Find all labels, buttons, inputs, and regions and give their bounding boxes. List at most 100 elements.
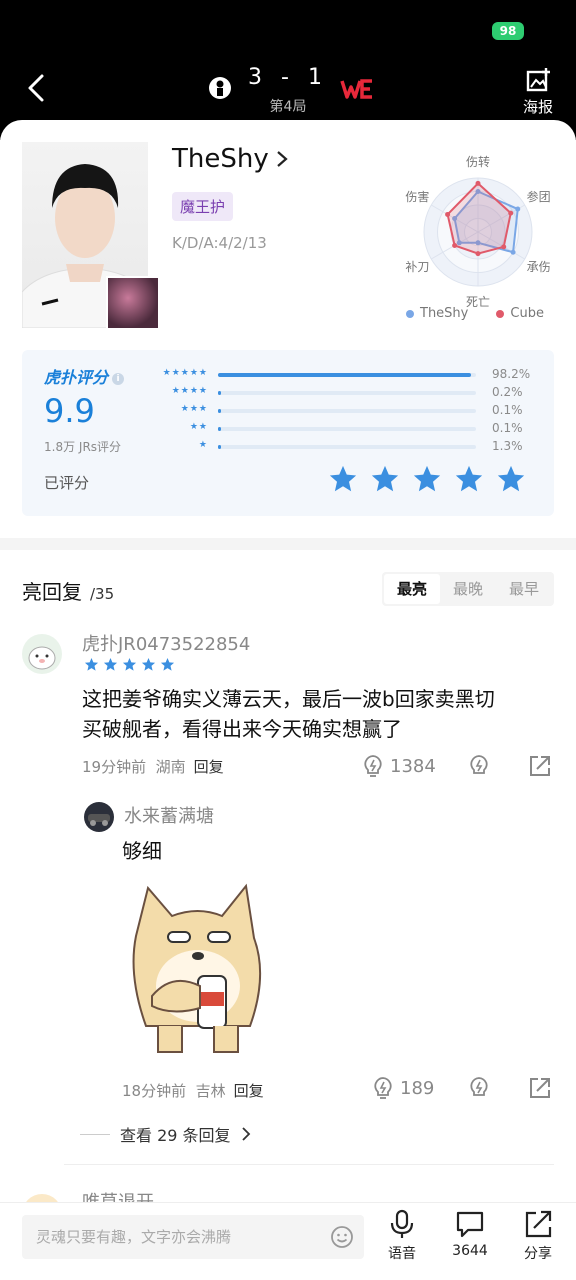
tab-latest[interactable]: 最晚 xyxy=(440,574,496,604)
star-icon xyxy=(84,657,99,671)
chevron-right-icon xyxy=(241,1127,250,1141)
hupu-rating-logo: 虎扑评分 i xyxy=(44,364,125,388)
reply-text: 够细 xyxy=(122,839,162,863)
champion-icon xyxy=(106,276,160,330)
voice-button[interactable]: 语音 xyxy=(374,1209,430,1263)
lightbulb-off-icon xyxy=(470,1077,488,1096)
tab-earliest[interactable]: 最早 xyxy=(496,574,552,604)
bar-track xyxy=(218,409,476,413)
rating-score: 9.9 xyxy=(44,392,95,430)
comment-text-line-2: 买破舰者，看得出来今天确实想赢了 xyxy=(82,717,402,741)
radar-legend: TheShy Cube xyxy=(406,306,544,321)
radar-point xyxy=(508,210,514,216)
avatar[interactable] xyxy=(84,802,114,832)
lightbulb-icon xyxy=(364,755,382,777)
comments-button[interactable]: 3644 xyxy=(442,1209,498,1259)
radar-axis-label: 承伤 xyxy=(527,260,551,274)
radar-axis-label: 补刀 xyxy=(405,260,429,274)
star-icon xyxy=(122,657,137,671)
bar-percent: 1.3% xyxy=(492,439,523,453)
reply-button[interactable]: 回复 xyxy=(194,758,224,776)
share-comment-button[interactable] xyxy=(528,1076,552,1100)
player-name-link[interactable]: TheShy xyxy=(172,144,289,174)
radar-point xyxy=(452,243,458,248)
star-icon xyxy=(455,465,483,492)
dislike-button[interactable] xyxy=(468,1076,490,1100)
radar-chart: 伤转参团承伤死亡补刀伤害 xyxy=(405,154,551,309)
replies-count: /35 xyxy=(90,585,115,603)
share-arrow-icon xyxy=(530,1078,550,1098)
top-header: 98 3 - 1 第4局 海报 xyxy=(0,0,576,140)
rating-bar-1-star: ★ 1.3% xyxy=(152,439,532,454)
bar-star-icons: ★★★★★ xyxy=(162,368,208,378)
rating-bar-2-star: ★★ 0.1% xyxy=(152,421,532,436)
reply-username[interactable]: 水来蓄满塘 xyxy=(124,802,214,828)
rating-bar-3-star: ★★★ 0.1% xyxy=(152,403,532,418)
like-button[interactable]: 189 xyxy=(372,1076,434,1100)
match-score: 3 - 1 第4局 xyxy=(200,64,376,120)
share-label: 分享 xyxy=(524,1246,552,1262)
bar-fill xyxy=(218,391,221,395)
comment-input-placeholder: 灵魂只要有趣，文字亦会沸腾 xyxy=(36,1228,232,1246)
my-rating-stars[interactable] xyxy=(328,464,526,494)
bottom-bar: 灵魂只要有趣，文字亦会沸腾 语音 3644 分享 xyxy=(0,1202,576,1280)
rated-label: 已评分 xyxy=(44,474,90,492)
reply-meta: 18分钟前 吉林 回复 xyxy=(122,1082,264,1100)
share-button[interactable]: 分享 xyxy=(510,1209,566,1263)
like-button[interactable]: 1384 xyxy=(362,754,436,778)
bar-fill xyxy=(218,373,472,377)
ig-logo-icon xyxy=(206,74,234,102)
reply-button[interactable]: 回复 xyxy=(234,1082,264,1100)
poster-button[interactable]: 海报 xyxy=(520,66,556,117)
star-icon xyxy=(160,657,175,671)
comment-rating-stars xyxy=(84,657,175,672)
bar-track xyxy=(218,445,476,449)
comment-username[interactable]: 虎扑JR0473522854 xyxy=(82,630,250,656)
rating-count: 1.8万 JRs评分 xyxy=(44,440,122,454)
we-logo-icon xyxy=(340,78,374,100)
share-comment-button[interactable] xyxy=(528,754,552,778)
content-card: TheShy 魔王护 K/D/A:4/2/13 伤转 参团 承伤 死亡 补刀 伤害 The… xyxy=(0,120,576,1280)
dislike-button[interactable] xyxy=(468,754,490,778)
voice-label: 语音 xyxy=(388,1246,416,1262)
bar-fill xyxy=(218,445,222,449)
star-icon xyxy=(497,465,525,492)
star-icon xyxy=(371,465,399,492)
info-icon[interactable]: i xyxy=(112,372,125,385)
poster-image-icon xyxy=(526,68,550,92)
legend-theshy: TheShy xyxy=(406,306,468,321)
legend-cube: Cube xyxy=(496,306,544,321)
bar-fill xyxy=(218,427,221,431)
comment-input[interactable]: 灵魂只要有趣，文字亦会沸腾 xyxy=(22,1215,364,1259)
bar-track xyxy=(218,391,476,395)
comment-text-line-1: 这把姜爷确实义薄云天，最后一波b回家卖黑切 xyxy=(82,687,495,711)
avatar[interactable] xyxy=(22,634,62,674)
emoji-icon[interactable] xyxy=(330,1225,354,1249)
lightbulb-off-icon xyxy=(470,755,488,774)
share-arrow-icon xyxy=(530,756,550,776)
radar-point xyxy=(501,244,507,250)
section-divider xyxy=(0,538,576,550)
rating-panel: 虎扑评分 i 9.9 1.8万 JRs评分 ★★★★★ 98.2% ★★★★ 0.2% ★… xyxy=(22,350,554,516)
chevron-right-icon xyxy=(277,151,288,167)
bar-percent: 0.1% xyxy=(492,403,523,417)
like-count: 189 xyxy=(400,1077,435,1099)
player-name: TheShy xyxy=(172,144,269,174)
bar-star-icons: ★★★★ xyxy=(171,386,208,396)
rating-bar-5-star: ★★★★★ 98.2% xyxy=(152,367,532,382)
star-icon xyxy=(103,657,118,671)
poster-label: 海报 xyxy=(522,98,553,116)
radar-point xyxy=(475,251,481,257)
view-more-replies[interactable]: 查看 29 条回复 xyxy=(80,1122,251,1146)
comment-count: 3644 xyxy=(452,1243,488,1259)
bar-star-icons: ★★ xyxy=(189,422,208,432)
bar-track xyxy=(218,427,476,431)
share-icon xyxy=(525,1210,552,1238)
comment-divider xyxy=(64,1164,554,1165)
comment-meta: 19分钟前 湖南 回复 xyxy=(82,758,224,776)
view-more-label: 查看 29 条回复 xyxy=(120,1126,231,1145)
tab-hottest[interactable]: 最亮 xyxy=(384,574,440,604)
back-arrow-icon[interactable] xyxy=(22,72,54,104)
nickname-tag: 魔王护 xyxy=(172,192,234,221)
sticker-image[interactable] xyxy=(122,876,274,1058)
